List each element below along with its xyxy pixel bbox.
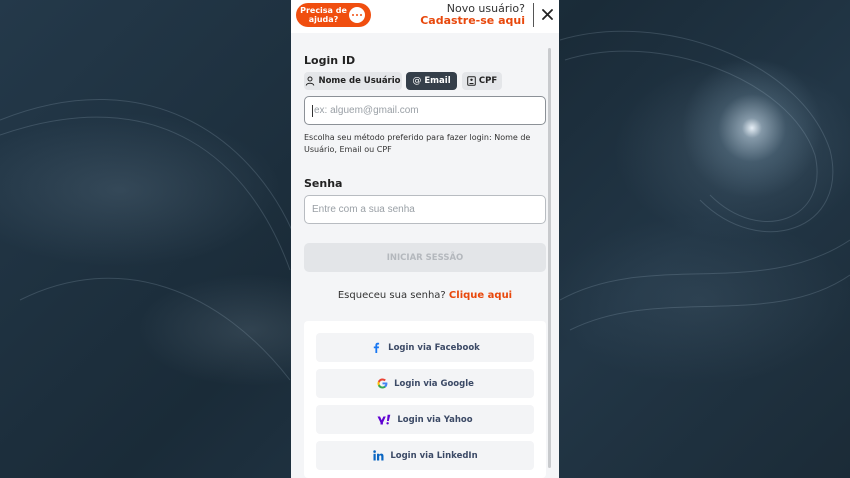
signup-prompt-area: Novo usuário? Cadastre-se aqui [385,3,525,27]
close-icon [541,8,553,20]
facebook-icon [370,342,382,354]
facebook-login-button[interactable]: Login via Facebook [316,333,534,362]
forgot-link[interactable]: Clique aqui [449,290,512,301]
password-placeholder: Entre com a sua senha [312,204,415,215]
google-icon [376,378,388,390]
help-label: Precisa de ajuda? [300,6,347,24]
header-divider [533,3,534,27]
help-button[interactable]: Precisa de ajuda? [296,3,371,27]
close-button[interactable] [539,6,555,22]
login-helper-text: Escolha seu método preferido para fazer … [304,133,531,154]
facebook-login-label: Login via Facebook [388,342,480,353]
password-label: Senha [304,177,343,190]
linkedin-login-button[interactable]: Login via LinkedIn [316,441,534,470]
yahoo-icon [377,414,391,426]
scrollbar[interactable] [548,48,551,468]
tab-cpf-label: CPF [478,76,498,86]
email-field[interactable]: ex: alguem@gmail.com [304,96,546,125]
forgot-password: Esqueceu sua senha? Clique aqui [291,290,559,301]
login-id-label: Login ID [304,54,356,67]
tab-username-label: Nome de Usuário [318,76,401,86]
google-login-label: Login via Google [394,378,474,389]
login-button[interactable]: INICIAR SESSÃO [304,243,546,272]
id-card-icon [467,76,476,86]
tab-email-label: Email [424,76,451,86]
linkedin-login-label: Login via LinkedIn [390,450,478,461]
tab-username[interactable]: Nome de Usuário [304,72,402,90]
user-icon [306,76,315,86]
forgot-prompt: Esqueceu sua senha? [337,290,446,301]
tab-email[interactable]: @ Email [406,72,457,90]
signup-link[interactable]: Cadastre-se aqui [420,14,525,27]
login-panel: Precisa de ajuda? Novo usuário? Cadastre… [291,0,559,478]
password-field[interactable]: Entre com a sua senha [304,195,546,224]
yahoo-login-button[interactable]: Login via Yahoo [316,405,534,434]
google-login-button[interactable]: Login via Google [316,369,534,398]
yahoo-login-label: Login via Yahoo [397,414,473,425]
tab-cpf[interactable]: CPF [462,72,502,90]
linkedin-icon [372,450,384,462]
social-login-box: Login via Facebook Login via Google Logi… [304,321,546,478]
at-icon: @ [412,76,422,86]
top-bar: Precisa de ajuda? Novo usuário? Cadastre… [291,0,559,33]
text-caret [312,104,313,117]
email-placeholder: ex: alguem@gmail.com [314,105,419,116]
chat-bubble-icon [349,7,365,23]
